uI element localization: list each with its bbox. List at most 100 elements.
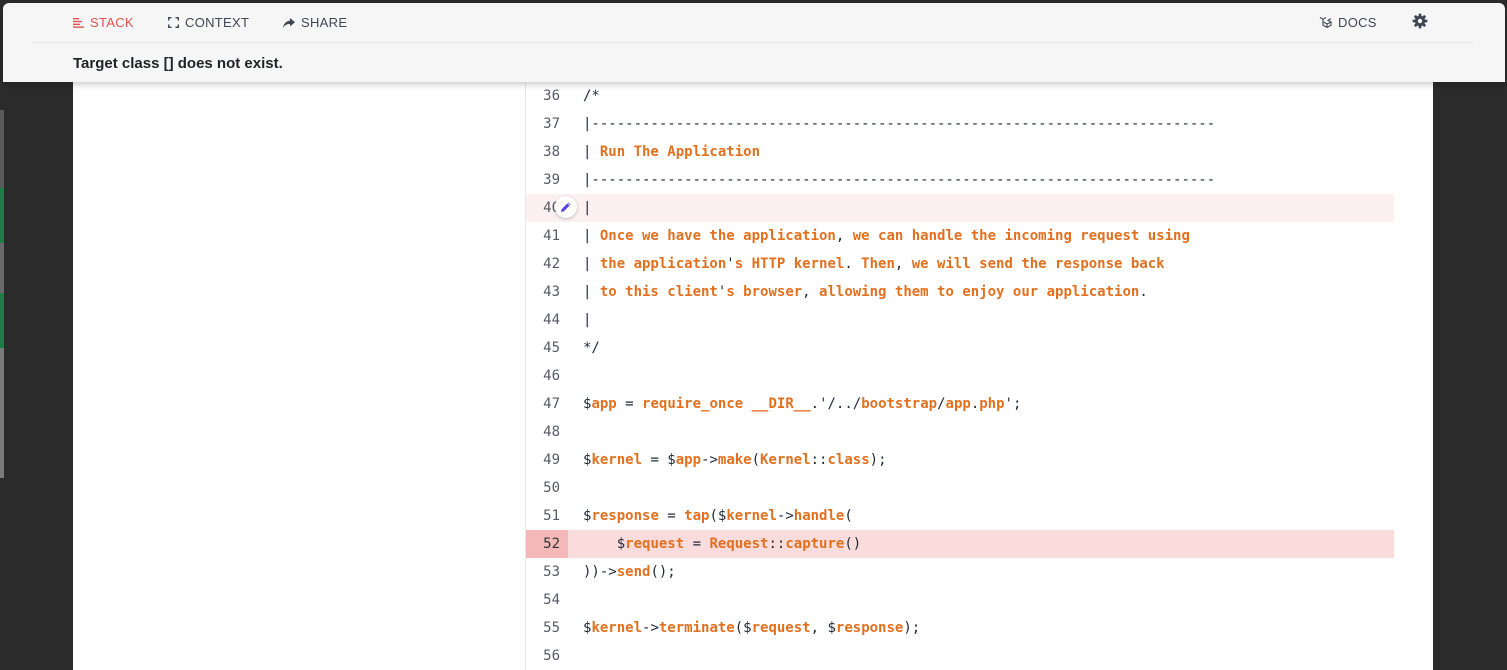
code-token: make	[717, 452, 752, 468]
code-token: kernel	[726, 508, 777, 524]
line-number: 42	[543, 256, 560, 272]
code-token: to this client	[599, 284, 718, 300]
code-line: 38 | Run The Application	[526, 138, 1394, 166]
code-token: =	[616, 396, 643, 412]
code-text: $app = require_once __DIR__.'/../bootstr…	[583, 390, 1021, 418]
tab-share[interactable]: SHARE	[283, 3, 347, 42]
code-text: |---------------------------------------…	[583, 166, 1215, 194]
tab-context[interactable]: CONTEXT	[168, 3, 249, 42]
code-token: |	[583, 256, 600, 272]
code-snippet-pane: 36 /* 37 |---------------------------------…	[525, 70, 1433, 670]
settings-button[interactable]	[1412, 13, 1428, 34]
code-token: the application	[599, 256, 727, 272]
code-token: ,	[802, 284, 820, 300]
top-bar: STACK CONTEXT SHARE DOCS Target class []…	[3, 3, 1505, 82]
code-token: ();	[650, 564, 676, 580]
code-token: ->	[701, 452, 718, 468]
code-text: /*	[583, 82, 600, 110]
code-line: 43 | to this client's browser, allowing t…	[526, 278, 1394, 306]
tab-stack-label: STACK	[90, 15, 134, 30]
code-token: Once we have the application	[599, 228, 836, 244]
code-token: app	[591, 396, 617, 412]
code-token: terminate	[658, 620, 735, 636]
code-token: app	[675, 452, 702, 468]
background-strip	[0, 188, 4, 243]
stack-frames-pane	[73, 70, 525, 670]
code-token: Then	[861, 256, 895, 272]
code-token: require_once	[642, 396, 744, 412]
main-card: 36 /* 37 |---------------------------------…	[73, 70, 1433, 670]
line-number: 43	[543, 284, 560, 300]
code-line: 56	[526, 642, 1394, 670]
line-number: 53	[543, 564, 560, 580]
docs-link-label: DOCS	[1338, 15, 1377, 30]
code-line: 53))->send();	[526, 558, 1394, 586]
line-number: 47	[543, 396, 560, 412]
code-token: kernel	[591, 452, 643, 468]
nav-bar: STACK CONTEXT SHARE DOCS	[32, 3, 1473, 43]
line-number: 38	[543, 144, 560, 160]
code-line: 40 |	[526, 194, 1394, 222]
open-in-editor-button[interactable]	[555, 196, 577, 218]
code-token: );	[869, 452, 887, 468]
stack-icon	[73, 17, 84, 28]
code-token: |	[583, 200, 592, 216]
code-text: */	[583, 334, 600, 362]
code-token: ($	[734, 620, 752, 636]
code-token: Request	[709, 536, 769, 552]
code-line: 41 | Once we have the application, we can…	[526, 222, 1394, 250]
line-number: 51	[543, 508, 560, 524]
code-token: response	[835, 620, 904, 636]
code-token: */	[583, 340, 600, 356]
tab-context-label: CONTEXT	[185, 15, 250, 30]
code-token: ';	[1004, 396, 1022, 412]
code-token: we will send the response back	[911, 256, 1165, 272]
exception-message: Target class [] does not exist.	[73, 55, 283, 72]
code-token: =	[658, 508, 685, 524]
code-token: .	[1139, 284, 1148, 300]
line-number: 49	[543, 452, 560, 468]
background-strip	[0, 243, 4, 293]
code-token: .	[844, 256, 862, 272]
background-strip	[0, 293, 4, 348]
code-token: send	[616, 564, 651, 580]
code-token: ($	[709, 508, 727, 524]
code-token: |	[583, 284, 600, 300]
code-line: 52 $request = Request::capture()	[526, 530, 1394, 558]
code-token: request	[625, 536, 685, 552]
code-token: kernel	[591, 620, 643, 636]
code-text: | Run The Application	[583, 138, 760, 166]
code-token: php	[979, 396, 1005, 412]
share-icon	[283, 17, 295, 28]
code-line: 48	[526, 418, 1394, 446]
tab-stack[interactable]: STACK	[73, 3, 134, 42]
line-number: 39	[543, 172, 560, 188]
code-token: );	[903, 620, 921, 636]
code-token: |	[583, 228, 600, 244]
code-token: allowing them to enjoy our application	[819, 284, 1140, 300]
docs-link[interactable]: DOCS	[1319, 3, 1377, 42]
code-token: response	[591, 508, 659, 524]
code-token: |---------------------------------------…	[583, 172, 1216, 188]
code-token: ->	[776, 508, 794, 524]
code-token: '	[726, 256, 735, 272]
line-number: 37	[543, 116, 560, 132]
line-number: 52	[526, 530, 568, 558]
line-number: 48	[543, 424, 560, 440]
line-number: 36	[543, 88, 560, 104]
code-token: ->	[642, 620, 659, 636]
code-line: 55 $kernel->terminate($request, $response…	[526, 614, 1394, 642]
tab-share-label: SHARE	[301, 15, 348, 30]
code-token: request	[751, 620, 811, 636]
code-token: Run The Application	[599, 144, 761, 160]
code-token: ()	[844, 536, 862, 552]
code-token: we can handle the incoming request using	[852, 228, 1190, 244]
code-token: |	[583, 144, 600, 160]
line-number: 55	[543, 620, 560, 636]
code-token: ,	[894, 256, 912, 272]
code-line: 50	[526, 474, 1394, 502]
laravel-logo-icon	[1319, 17, 1332, 29]
code-token: =	[684, 536, 710, 552]
code-line: 51 $response = tap($kernel->handle(	[526, 502, 1394, 530]
